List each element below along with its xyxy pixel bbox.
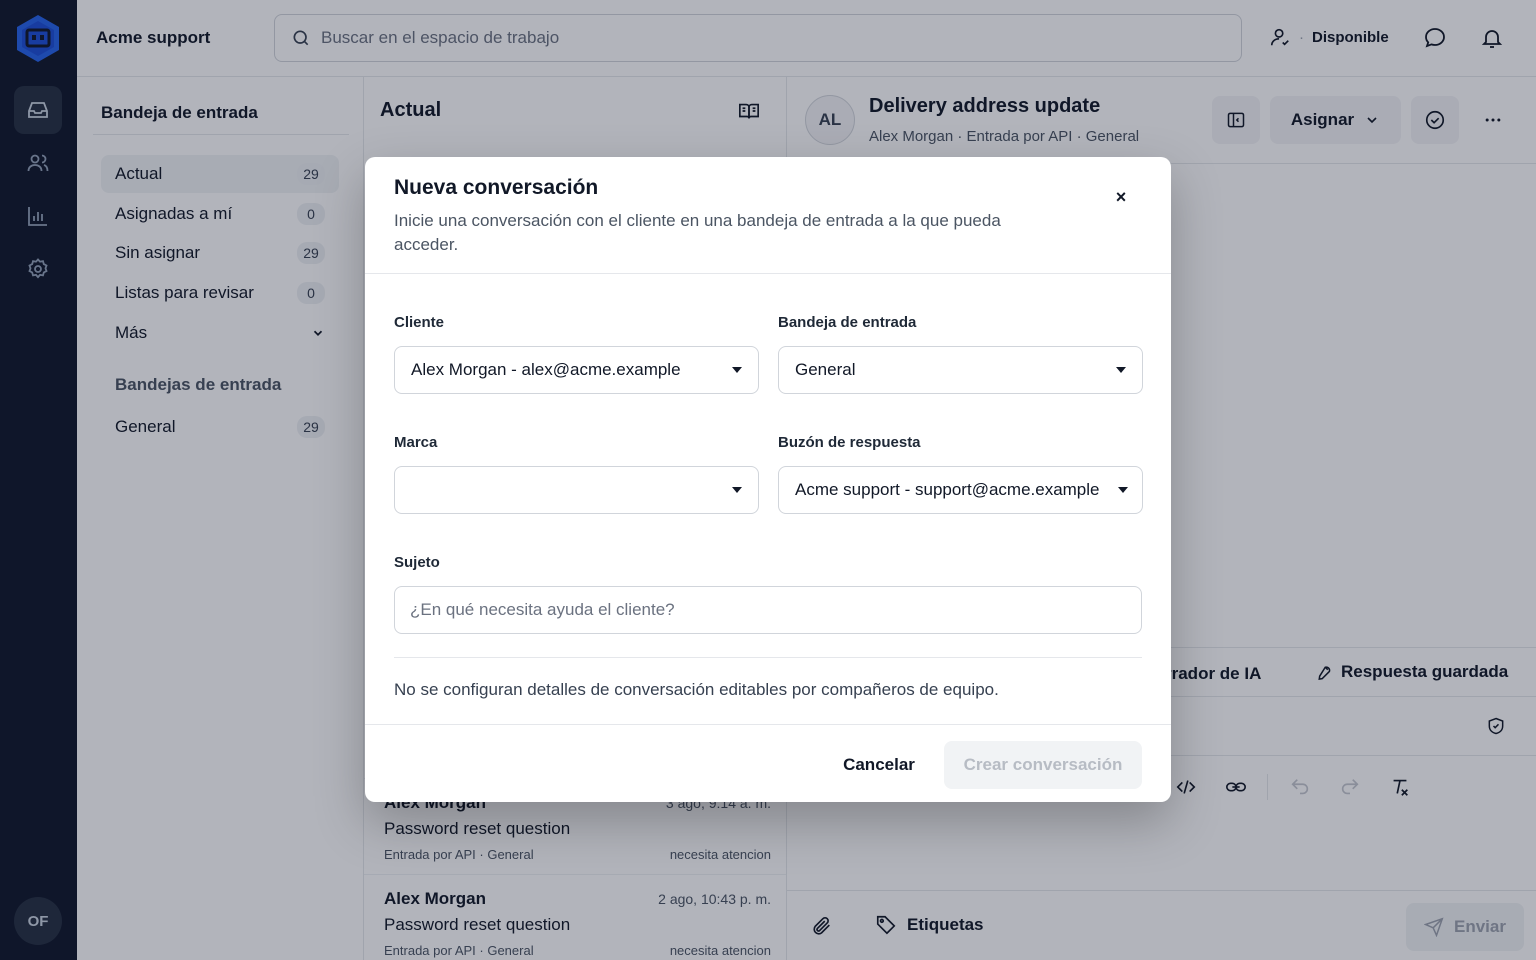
cancel-button[interactable]: Cancelar [827,741,931,789]
subject-label: Sujeto [394,554,440,571]
inbox-select[interactable]: General [778,346,1143,394]
close-icon[interactable]: × [1111,187,1131,207]
divider [365,273,1171,274]
subject-input[interactable] [394,586,1142,634]
brand-select[interactable] [394,466,759,514]
divider [394,657,1142,658]
editable-details-note: No se configuran detalles de conversació… [394,680,999,699]
caret-down-icon [1116,367,1126,373]
reply-mailbox-label: Buzón de respuesta [778,434,921,451]
caret-down-icon [732,487,742,493]
divider [365,724,1171,725]
inbox-value: General [795,360,856,379]
brand-label: Marca [394,434,438,451]
dialog-title: Nueva conversación [394,176,599,199]
caret-down-icon [732,367,742,373]
dialog-description: Inicie una conversación con el cliente e… [394,211,1001,254]
inbox-label: Bandeja de entrada [778,314,917,331]
customer-value: Alex Morgan - alex@acme.example [411,360,681,379]
reply-mailbox-select[interactable]: Acme support - support@acme.example [778,466,1143,514]
create-conversation-button[interactable]: Crear conversación [944,741,1142,789]
new-conversation-dialog: Nueva conversación Inicie una conversaci… [365,157,1171,802]
caret-down-icon [1118,487,1128,493]
customer-label: Cliente [394,314,445,331]
reply-mailbox-value: Acme support - support@acme.example [795,480,1100,499]
customer-select[interactable]: Alex Morgan - alex@acme.example [394,346,759,394]
